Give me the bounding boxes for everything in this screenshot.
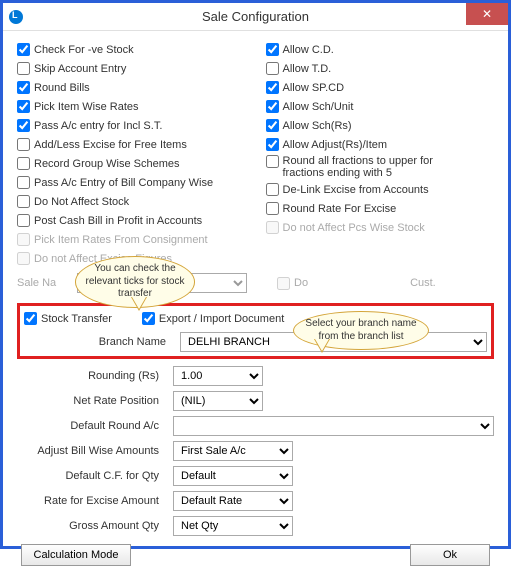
callout-branch: Select your branch name from the branch … bbox=[293, 311, 429, 350]
gross-amount-qty-select[interactable]: Net Qty bbox=[173, 516, 293, 536]
left-check-5[interactable]: Add/Less Excise for Free Items bbox=[17, 136, 246, 153]
left-check-9[interactable]: Post Cash Bill in Profit in Accounts bbox=[17, 212, 246, 229]
left-check-3[interactable]: Pick Item Wise Rates bbox=[17, 98, 246, 115]
rounding-select[interactable]: 1.00 bbox=[173, 366, 263, 386]
adjust-bill-wise-select[interactable]: First Sale A/c bbox=[173, 441, 293, 461]
right-check-label-3: Allow Sch/Unit bbox=[283, 101, 354, 113]
export-import-checkbox[interactable]: Export / Import Document bbox=[142, 310, 284, 327]
left-check-6[interactable]: Record Group Wise Schemes bbox=[17, 155, 246, 172]
left-check-7[interactable]: Pass A/c Entry of Bill Company Wise bbox=[17, 174, 246, 191]
right-check-5[interactable]: Allow Adjust(Rs)/Item bbox=[266, 136, 495, 153]
branch-name-label: Branch Name bbox=[24, 336, 174, 348]
window-title: Sale Configuration bbox=[3, 9, 508, 24]
stock-transfer-checkbox[interactable]: Stock Transfer bbox=[24, 310, 112, 327]
do-not-affect-cust-checkbox: Do Cust. bbox=[277, 275, 436, 292]
right-check-3[interactable]: Allow Sch/Unit bbox=[266, 98, 495, 115]
default-round-ac-select[interactable] bbox=[173, 416, 494, 436]
default-round-ac-label: Default Round A/c bbox=[17, 420, 167, 432]
left-check-label-3: Pick Item Wise Rates bbox=[34, 101, 139, 113]
default-cf-qty-label: Default C.F. for Qty bbox=[17, 470, 167, 482]
right-check-label-0: Allow C.D. bbox=[283, 44, 334, 56]
sale-nature-label-prefix: Sale Na bbox=[17, 275, 71, 292]
left-check-label-1: Skip Account Entry bbox=[34, 63, 126, 75]
right-check-2[interactable]: Allow SP.CD bbox=[266, 79, 495, 96]
left-check-label-10: Pick Item Rates From Consignment bbox=[34, 234, 208, 246]
left-check-1[interactable]: Skip Account Entry bbox=[17, 60, 246, 77]
rounding-label: Rounding (Rs) bbox=[17, 370, 167, 382]
left-check-4[interactable]: Pass A/c entry for Incl S.T. bbox=[17, 117, 246, 134]
title-bar: Sale Configuration ✕ bbox=[3, 3, 508, 31]
left-check-label-4: Pass A/c entry for Incl S.T. bbox=[34, 120, 162, 132]
rate-excise-select[interactable]: Default Rate bbox=[173, 491, 293, 511]
left-check-8[interactable]: Do Not Affect Stock bbox=[17, 193, 246, 210]
left-check-2[interactable]: Round Bills bbox=[17, 79, 246, 96]
left-check-0[interactable]: Check For -ve Stock bbox=[17, 41, 246, 58]
default-cf-qty-select[interactable]: Default bbox=[173, 466, 293, 486]
stock-transfer-label: Stock Transfer bbox=[41, 313, 112, 325]
right-check-6[interactable]: Round all fractions to upper for fractio… bbox=[266, 155, 495, 179]
do-not-affect-cust-prefix: Do bbox=[294, 277, 308, 289]
right-check-label-8: Round Rate For Excise bbox=[283, 203, 397, 215]
left-check-label-9: Post Cash Bill in Profit in Accounts bbox=[34, 215, 202, 227]
left-column: Check For -ve Stock Skip Account Entry Rou… bbox=[17, 41, 246, 267]
options-grid: Check For -ve Stock Skip Account Entry Rou… bbox=[17, 41, 494, 267]
left-check-label-2: Round Bills bbox=[34, 82, 90, 94]
export-import-label: Export / Import Document bbox=[159, 313, 284, 325]
right-check-label-7: De-Link Excise from Accounts bbox=[283, 184, 429, 196]
right-check-4[interactable]: Allow Sch(Rs) bbox=[266, 117, 495, 134]
left-check-label-0: Check For -ve Stock bbox=[34, 44, 134, 56]
form-rows: Rounding (Rs) 1.00 Net Rate Position (NI… bbox=[17, 363, 494, 538]
right-check-0[interactable]: Allow C.D. bbox=[266, 41, 495, 58]
right-check-label-5: Allow Adjust(Rs)/Item bbox=[283, 139, 388, 151]
right-check-label-4: Allow Sch(Rs) bbox=[283, 120, 352, 132]
net-rate-position-select[interactable]: (NIL) bbox=[173, 391, 263, 411]
right-check-8[interactable]: Round Rate For Excise bbox=[266, 200, 495, 217]
left-check-10: Pick Item Rates From Consignment bbox=[17, 231, 246, 248]
right-check-label-9: Do not Affect Pcs Wise Stock bbox=[283, 222, 425, 234]
left-check-label-5: Add/Less Excise for Free Items bbox=[34, 139, 187, 151]
left-check-label-6: Record Group Wise Schemes bbox=[34, 158, 180, 170]
callout-stock-transfer: You can check the relevant ticks for sto… bbox=[75, 256, 195, 308]
right-column: Allow C.D. Allow T.D. Allow SP.CD Allow Sch… bbox=[266, 41, 495, 267]
do-not-affect-cust-suffix: Cust. bbox=[410, 277, 436, 289]
right-check-1[interactable]: Allow T.D. bbox=[266, 60, 495, 77]
left-check-label-7: Pass A/c Entry of Bill Company Wise bbox=[34, 177, 213, 189]
right-check-7[interactable]: De-Link Excise from Accounts bbox=[266, 181, 495, 198]
right-check-label-6: Round all fractions to upper for fractio… bbox=[283, 155, 473, 179]
right-check-label-1: Allow T.D. bbox=[283, 63, 332, 75]
calculation-mode-button[interactable]: Calculation Mode bbox=[21, 544, 131, 566]
ok-button[interactable]: Ok bbox=[410, 544, 490, 566]
net-rate-position-label: Net Rate Position bbox=[17, 395, 167, 407]
adjust-bill-wise-label: Adjust Bill Wise Amounts bbox=[17, 445, 167, 457]
rate-excise-label: Rate for Excise Amount bbox=[17, 495, 167, 507]
close-button[interactable]: ✕ bbox=[466, 3, 508, 25]
close-icon: ✕ bbox=[482, 7, 492, 21]
left-check-label-8: Do Not Affect Stock bbox=[34, 196, 129, 208]
right-check-9: Do not Affect Pcs Wise Stock bbox=[266, 219, 495, 236]
right-check-label-2: Allow SP.CD bbox=[283, 82, 345, 94]
gross-amount-qty-label: Gross Amount Qty bbox=[17, 520, 167, 532]
